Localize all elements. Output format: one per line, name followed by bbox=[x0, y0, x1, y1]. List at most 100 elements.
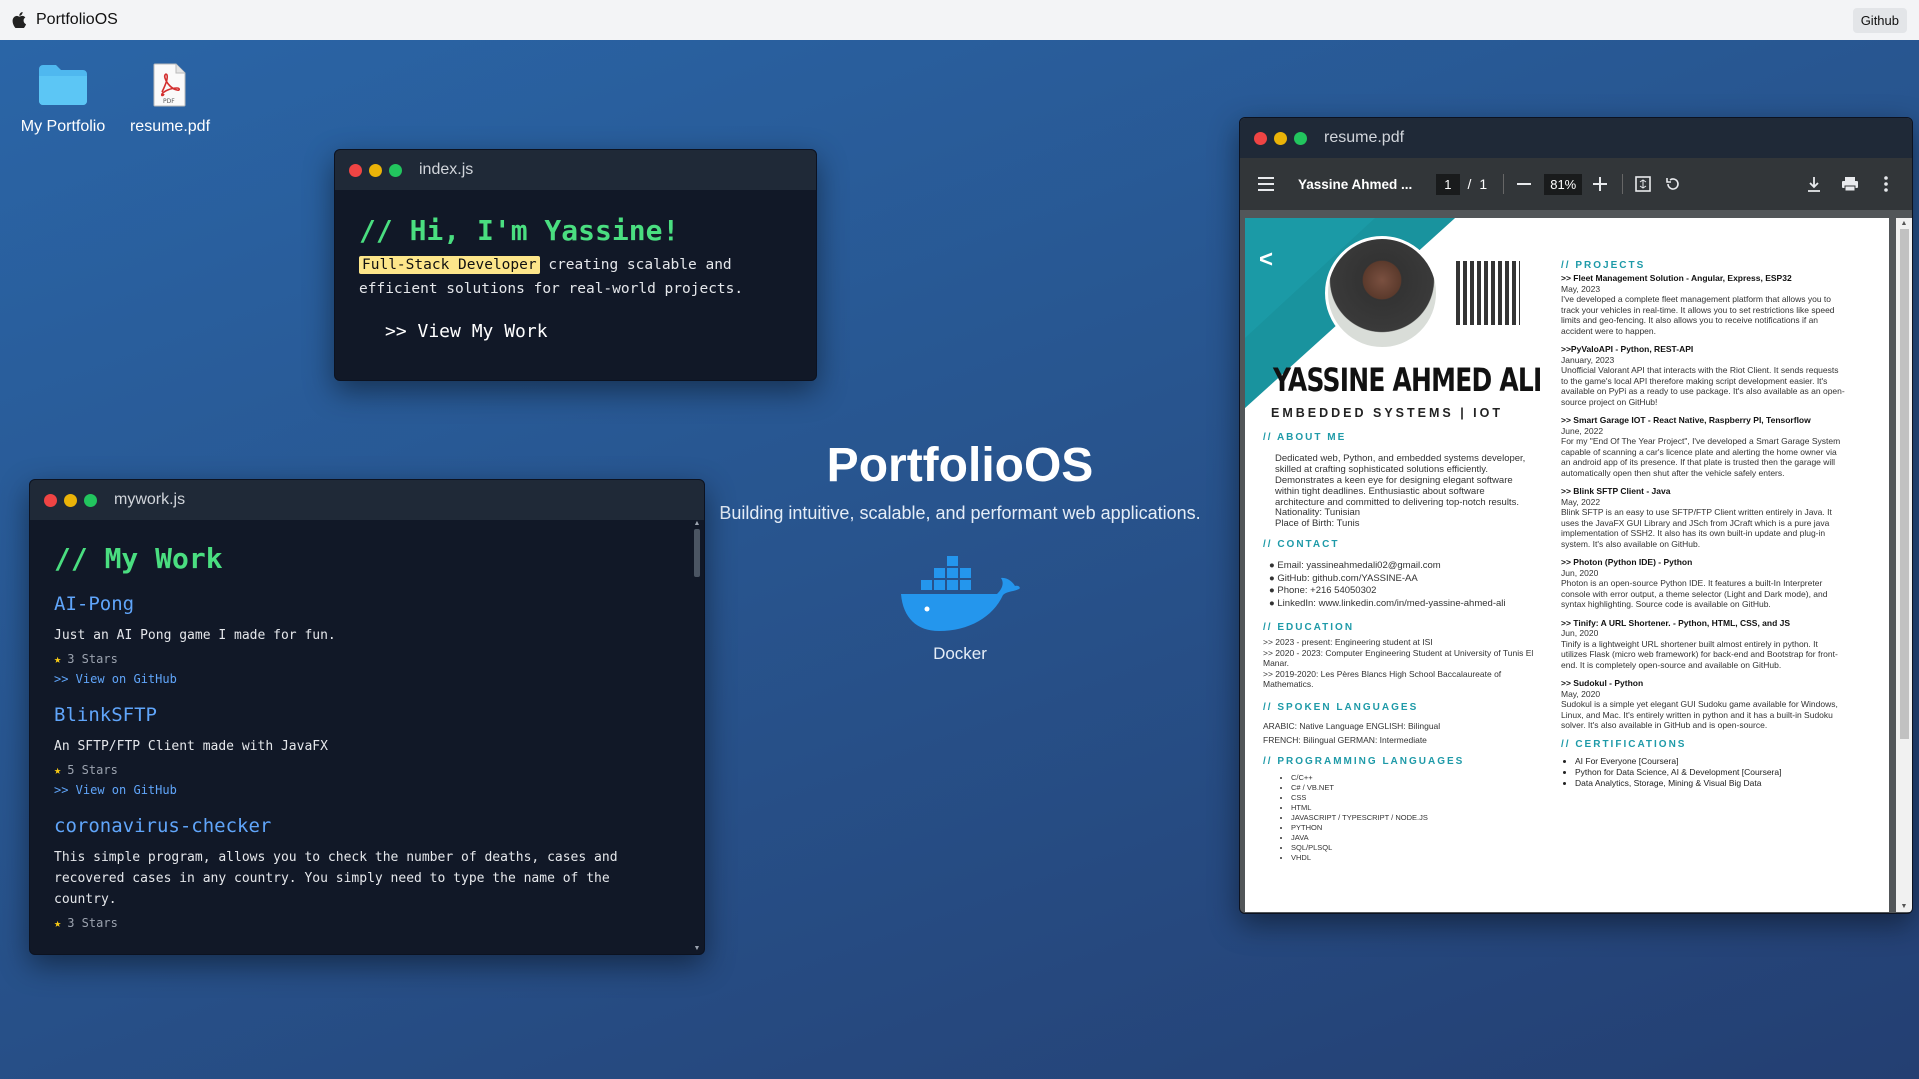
certifications-heading: // CERTIFICATIONS bbox=[1561, 738, 1687, 750]
project-description: An SFTP/FTP Client made with JavaFX bbox=[54, 739, 328, 754]
zoom-out-icon[interactable] bbox=[1512, 172, 1536, 196]
resume-project-date: Jun, 2020 bbox=[1561, 628, 1599, 638]
minimize-button[interactable] bbox=[369, 163, 382, 177]
resume-project-title: >> Blink SFTP Client - Java bbox=[1561, 486, 1671, 496]
maximize-button[interactable] bbox=[84, 493, 97, 507]
page-number-input[interactable]: 1 bbox=[1436, 173, 1460, 195]
scroll-up-arrow[interactable]: ▲ bbox=[692, 520, 702, 527]
desktop-icon-resume[interactable]: PDF resume.pdf bbox=[115, 56, 225, 136]
maximize-button[interactable] bbox=[1294, 131, 1307, 145]
window-titlebar[interactable]: mywork.js bbox=[30, 480, 704, 520]
hero-subtitle: Building intuitive, scalable, and perfor… bbox=[719, 503, 1201, 523]
center-branding: PortfolioOS Building intuitive, scalable… bbox=[660, 438, 1260, 664]
project-stars: ★ 3 Stars bbox=[54, 652, 680, 666]
minimize-button[interactable] bbox=[64, 493, 77, 507]
project-description: This simple program, allows you to check… bbox=[54, 850, 618, 907]
greeting-heading: // Hi, I'm Yassine! bbox=[359, 214, 680, 247]
contact-list: ● Email: yassineahmedali02@gmail.com ● G… bbox=[1269, 560, 1553, 610]
right-column: // PROJECTS >> Fleet Management Solution… bbox=[1561, 260, 1846, 789]
window-title: resume.pdf bbox=[1324, 129, 1405, 146]
birthplace: Place of Birth: Tunis bbox=[1275, 517, 1360, 529]
list-item: C# / VB.NET bbox=[1291, 783, 1553, 793]
about-heading: // ABOUT ME bbox=[1263, 432, 1347, 443]
resume-project-title: >> Tinify: A URL Shortener. - Python, HT… bbox=[1561, 617, 1791, 628]
svg-text:PDF: PDF bbox=[163, 98, 175, 105]
contact-item: ● Email: yassineahmedali02@gmail.com bbox=[1269, 560, 1553, 573]
github-button[interactable]: Github bbox=[1852, 7, 1907, 33]
role-highlight: Full-Stack Developer bbox=[359, 256, 540, 274]
resume-project: >> Sudokul - Python May, 2020 Sudokul is… bbox=[1561, 678, 1846, 731]
print-icon[interactable] bbox=[1838, 172, 1862, 196]
fit-page-icon[interactable] bbox=[1631, 172, 1655, 196]
project-item: BlinkSFTP An SFTP/FTP Client made with J… bbox=[54, 704, 680, 797]
programming-list: C/C++ C# / VB.NET CSS HTML JAVASCRIPT / … bbox=[1291, 773, 1553, 863]
scroll-down-arrow[interactable]: ▼ bbox=[692, 945, 702, 952]
scrollbar-thumb[interactable] bbox=[1899, 229, 1909, 739]
window-title: index.js bbox=[419, 161, 474, 178]
resume-project-text: Tinify is a lightweight URL shortener bu… bbox=[1561, 638, 1838, 670]
contact-email[interactable]: Email: yassineahmedali02@gmail.com bbox=[1277, 560, 1440, 571]
toolbar-divider bbox=[1503, 174, 1505, 194]
download-icon[interactable] bbox=[1802, 172, 1826, 196]
window-title: mywork.js bbox=[114, 491, 186, 508]
menu-bar: PortfolioOS Github bbox=[0, 0, 1919, 40]
pdf-toolbar: Yassine Ahmed ... 1 / 1 81% bbox=[1240, 158, 1912, 210]
list-item: HTML bbox=[1291, 803, 1553, 813]
resume-project-date: May, 2020 bbox=[1561, 688, 1601, 699]
pdf-file-icon: PDF bbox=[115, 56, 225, 114]
rotate-icon[interactable] bbox=[1661, 172, 1685, 196]
resume-project: >> Photon (Python IDE) - Python Jun, 202… bbox=[1561, 557, 1846, 610]
apple-icon[interactable] bbox=[12, 12, 26, 29]
more-options-icon[interactable] bbox=[1874, 172, 1898, 196]
close-button[interactable] bbox=[1254, 131, 1267, 145]
contact-heading: // CONTACT bbox=[1263, 539, 1340, 550]
app-name: PortfolioOS bbox=[36, 11, 118, 28]
mywork-window[interactable]: mywork.js // My Work AI-Pong Just an AI … bbox=[29, 479, 705, 955]
desktop-icon-my-portfolio[interactable]: My Portfolio bbox=[8, 56, 118, 136]
nationality: Nationality: Tunisian bbox=[1275, 507, 1361, 518]
pdf-window[interactable]: resume.pdf Yassine Ahmed ... 1 / 1 81% <… bbox=[1239, 117, 1913, 914]
github-link[interactable]: >> View on GitHub bbox=[54, 672, 680, 686]
zoom-in-icon[interactable] bbox=[1588, 172, 1612, 196]
contact-item: ● LinkedIn: www.linkedin.com/in/med-yass… bbox=[1269, 598, 1553, 611]
contact-item: ● GitHub: github.com/YASSINE-AA bbox=[1269, 573, 1553, 586]
window-titlebar[interactable]: index.js bbox=[335, 150, 816, 190]
window-titlebar[interactable]: resume.pdf bbox=[1240, 118, 1912, 158]
resume-project: >> Smart Garage IOT - React Native, Rasp… bbox=[1561, 415, 1846, 478]
scroll-up-arrow[interactable]: ▲ bbox=[1896, 220, 1912, 227]
index-window[interactable]: index.js // Hi, I'm Yassine! Full-Stack … bbox=[334, 149, 817, 381]
scroll-down-arrow[interactable]: ▼ bbox=[1896, 903, 1912, 910]
window-content: // Hi, I'm Yassine! Full-Stack Developer… bbox=[335, 190, 816, 366]
view-work-button[interactable]: >> View My Work bbox=[385, 321, 792, 342]
list-item: JAVASCRIPT / TYPESCRIPT / NODE.JS bbox=[1291, 813, 1553, 823]
contact-github[interactable]: GitHub: github.com/YASSINE-AA bbox=[1277, 573, 1417, 584]
resume-project-title: >>PyValoAPI - Python, REST-API bbox=[1561, 344, 1694, 354]
close-button[interactable] bbox=[349, 163, 362, 177]
docker-label: Docker bbox=[933, 644, 987, 663]
education-item: >> 2020 - 2023: Computer Engineering Stu… bbox=[1263, 647, 1534, 669]
minimize-button[interactable] bbox=[1274, 131, 1287, 145]
project-stars: ★ 3 Stars bbox=[54, 916, 680, 930]
list-item: JAVA bbox=[1291, 833, 1553, 843]
back-arrow[interactable]: < bbox=[1259, 246, 1273, 274]
pdf-scrollbar[interactable]: ▲ ▼ bbox=[1896, 218, 1912, 912]
contact-item: ● Phone: +216 54050302 bbox=[1269, 585, 1553, 598]
resume-project-date: May, 2022 bbox=[1561, 496, 1601, 507]
certifications-list: AI For Everyone [Coursera] Python for Da… bbox=[1575, 756, 1846, 789]
project-title[interactable]: AI-Pong bbox=[54, 593, 680, 615]
maximize-button[interactable] bbox=[389, 163, 402, 177]
contact-phone[interactable]: Phone: +216 54050302 bbox=[1277, 585, 1376, 596]
resume-project-text: Blink SFTP is an easy to use SFTP/FTP Cl… bbox=[1561, 507, 1832, 549]
menu-icon[interactable] bbox=[1254, 172, 1278, 196]
scrollbar[interactable]: ▲ ▼ bbox=[692, 520, 702, 954]
project-title[interactable]: coronavirus-checker bbox=[54, 815, 680, 837]
window-content[interactable]: // My Work AI-Pong Just an AI Pong game … bbox=[30, 520, 704, 954]
education-item: >> 2019-2020: Les Pères Blancs High Scho… bbox=[1263, 668, 1502, 690]
contact-linkedin[interactable]: LinkedIn: www.linkedin.com/in/med-yassin… bbox=[1277, 598, 1505, 609]
close-button[interactable] bbox=[44, 493, 57, 507]
zoom-level[interactable]: 81% bbox=[1544, 173, 1583, 195]
project-title[interactable]: BlinkSFTP bbox=[54, 704, 680, 726]
github-link[interactable]: >> View on GitHub bbox=[54, 783, 680, 797]
education-item: >> 2023 - present: Engineering student a… bbox=[1263, 637, 1433, 647]
scrollbar-thumb[interactable] bbox=[694, 529, 700, 577]
